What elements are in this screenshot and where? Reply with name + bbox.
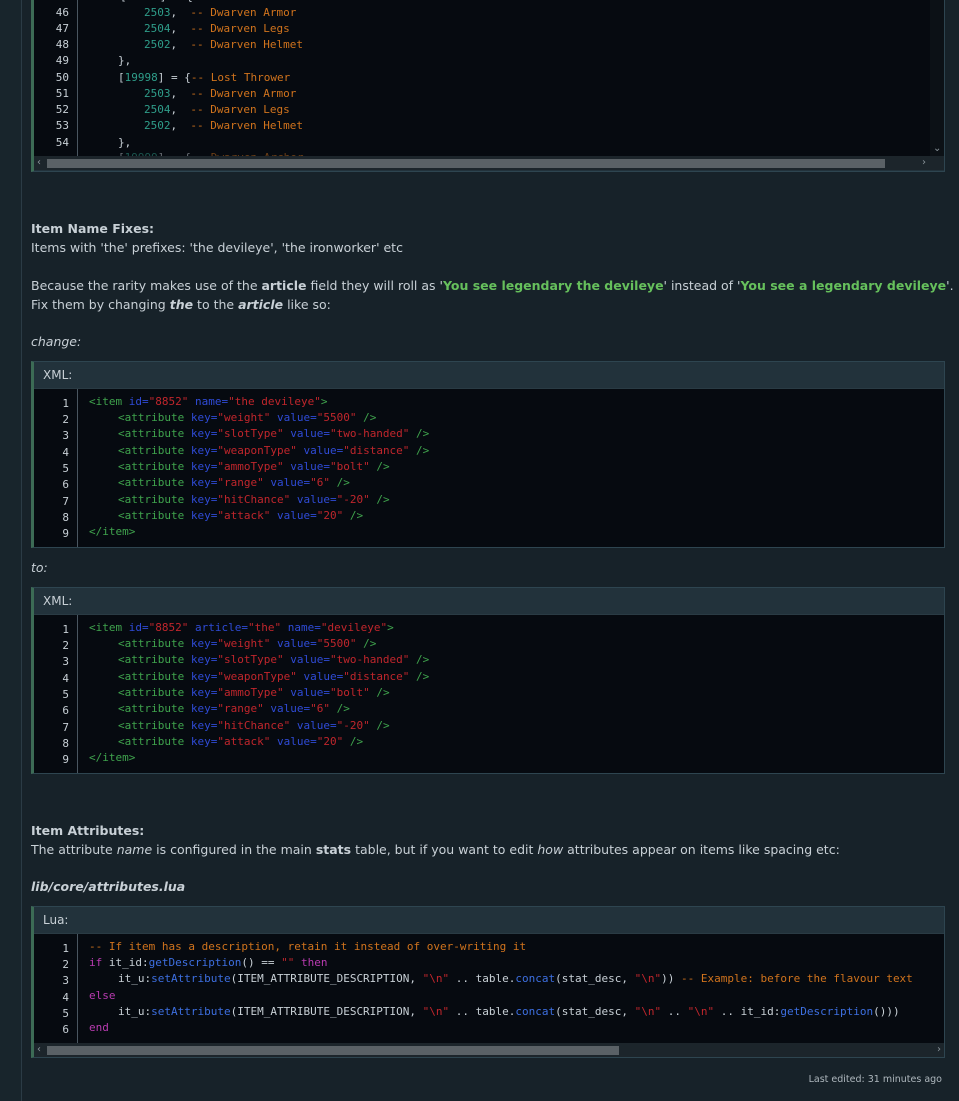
file-path: lib/core/attributes.lua [31, 879, 186, 894]
scroll-thumb[interactable] [47, 159, 885, 168]
horizontal-scrollbar[interactable]: ‹ › [34, 1043, 944, 1057]
paragraph-rarity: Because the rarity makes use of the arti… [31, 278, 954, 293]
paragraph-prefixes: Items with 'the' prefixes: 'the devileye… [31, 240, 403, 255]
code-block-label: XML: [34, 588, 944, 615]
left-rail [0, 0, 22, 1101]
scroll-right-icon[interactable]: › [937, 1043, 941, 1057]
code-block-label: XML: [34, 362, 944, 389]
paragraph-attributes: The attribute name is configured in the … [31, 842, 840, 857]
label-change: change: [31, 334, 82, 349]
code-block-label: Lua: [34, 907, 944, 934]
code-line: [19997] = {-- Lost Basher [120, 0, 286, 3]
chevron-down-icon[interactable]: ⌄ [933, 143, 941, 154]
code-block-xml-before[interactable]: XML: 1 <item id="8852" name="the devileye… [31, 361, 945, 548]
section-heading-attributes: Item Attributes: [31, 823, 145, 838]
code-block-lua[interactable]: Lua: 1 -- If item has a description, reta… [31, 906, 945, 1058]
horizontal-scrollbar[interactable]: ‹ › [34, 156, 944, 170]
paragraph-fix: Fix them by changing the to the article … [31, 297, 331, 312]
scroll-left-icon[interactable]: ‹ [37, 156, 41, 170]
code-block-xml-after[interactable]: XML: 1 <item id="8852" article="the" name… [31, 587, 945, 774]
vertical-scrollbar[interactable]: ⌄ [930, 0, 944, 156]
code-block-top[interactable]: [19997] = {-- Lost Basher 462503, -- Dwa… [31, 0, 945, 172]
label-to: to: [31, 560, 48, 575]
post-body: [19997] = {-- Lost Basher 462503, -- Dwa… [22, 0, 959, 1101]
scroll-right-icon[interactable]: › [922, 156, 926, 170]
scroll-thumb[interactable] [47, 1046, 619, 1055]
scroll-left-icon[interactable]: ‹ [37, 1043, 41, 1057]
section-heading-name-fixes: Item Name Fixes: [31, 221, 155, 236]
last-edited: Last edited: 31 minutes ago [808, 1074, 942, 1085]
